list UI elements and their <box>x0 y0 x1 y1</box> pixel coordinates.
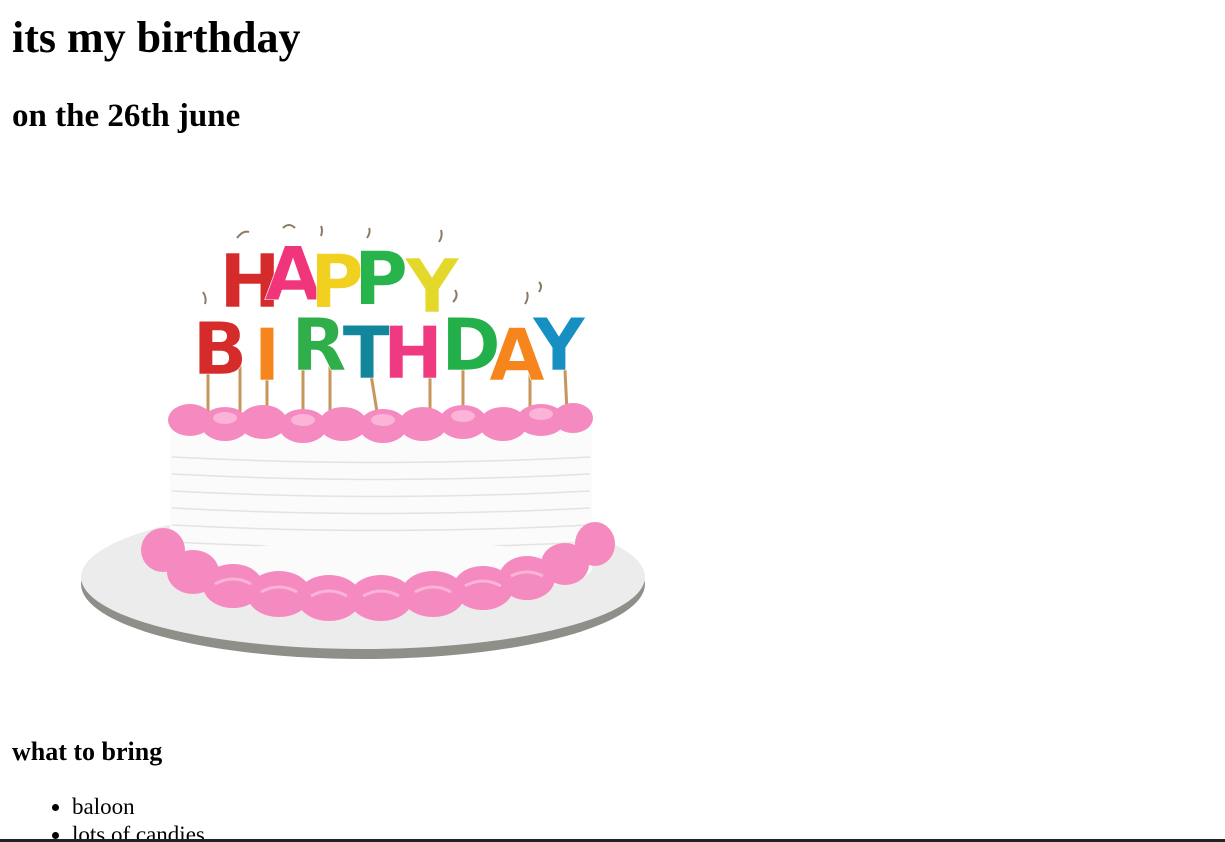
bring-list: baloon lots of candies <box>0 793 205 842</box>
page-title: its my birthday <box>12 13 301 62</box>
candle-letter-b: B <box>193 307 248 391</box>
candle-letter-y: Y <box>532 303 586 387</box>
page-subtitle: on the 26th june <box>12 98 241 134</box>
candle-letter-p: P <box>354 236 408 322</box>
candle-letter-r: R <box>291 303 346 387</box>
page: its my birthday on the 26th june H A P P… <box>0 0 1225 842</box>
section-heading: what to bring <box>12 737 163 766</box>
candle-letter-i: I <box>254 313 281 397</box>
birthday-cake-image: H A P P Y B I R T H D A Y <box>75 212 675 672</box>
list-item: baloon <box>72 793 205 821</box>
candle-letter-h: H <box>383 311 443 395</box>
